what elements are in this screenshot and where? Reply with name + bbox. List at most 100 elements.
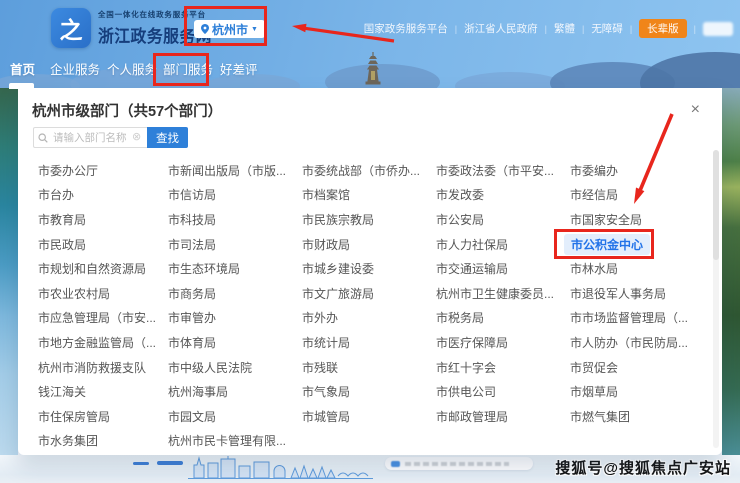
- department-item[interactable]: 市城管局: [302, 408, 436, 425]
- department-item[interactable]: 市国家安全局: [570, 211, 702, 228]
- city-selector-button[interactable]: 杭州市 ▼: [194, 20, 265, 38]
- department-item[interactable]: 市台办: [38, 186, 168, 203]
- department-item[interactable]: 市交通运输局: [436, 260, 570, 277]
- background-photo-left: [0, 88, 18, 455]
- department-item[interactable]: 市档案馆: [302, 186, 436, 203]
- caret-down-icon: ▼: [251, 26, 258, 33]
- department-item[interactable]: 市燃气集团: [570, 408, 702, 425]
- link-traditional-chinese[interactable]: 繁體: [554, 21, 575, 36]
- nav-item-personal-services[interactable]: 个人服务: [107, 55, 157, 86]
- department-item[interactable]: 市地方金融监管局（...: [38, 334, 168, 351]
- department-item[interactable]: 市生态环境局: [168, 260, 302, 277]
- department-item[interactable]: 市烟草局: [570, 383, 702, 400]
- department-item[interactable]: 市委编办: [570, 162, 702, 179]
- department-item[interactable]: 市退役军人事务局: [570, 285, 702, 302]
- department-item[interactable]: 市应急管理局（市安...: [38, 309, 168, 326]
- department-item[interactable]: 市委政法委（市平安...: [436, 162, 570, 179]
- panel-title: 杭州市级部门（共57个部门）: [32, 100, 222, 121]
- department-item[interactable]: 市水务集团: [38, 432, 168, 449]
- department-item[interactable]: 市医疗保障局: [436, 334, 570, 351]
- page: 之 全国一体化在线政务服务平台 浙江政务服务网 杭州市 ▼ 国家政务服务平台| …: [0, 0, 740, 483]
- clear-icon[interactable]: ⊗: [132, 132, 141, 143]
- nav-item-enterprise-services[interactable]: 企业服务: [50, 55, 100, 86]
- department-item[interactable]: 市科技局: [168, 211, 302, 228]
- link-accessibility[interactable]: 无障碍: [591, 21, 623, 36]
- department-item[interactable]: 市人防办（市民防局...: [570, 334, 702, 351]
- department-item[interactable]: 市委统战部（市侨办...: [302, 162, 436, 179]
- department-item[interactable]: 市人力社保局: [436, 236, 570, 253]
- separator: |: [694, 24, 696, 34]
- department-item[interactable]: 杭州市消防救援支队: [38, 359, 168, 376]
- department-item[interactable]: 市审管办: [168, 309, 302, 326]
- department-item[interactable]: 市红十字会: [436, 359, 570, 376]
- nav-item-department-services[interactable]: 部门服务: [163, 55, 213, 86]
- nav-item-feedback[interactable]: 好差评: [220, 55, 258, 86]
- search-field: ⊗: [33, 127, 147, 148]
- department-item[interactable]: 市市场监督管理局（...: [570, 309, 702, 326]
- search-button[interactable]: 查找: [147, 127, 188, 148]
- department-item[interactable]: 市商务局: [168, 285, 302, 302]
- department-item[interactable]: 市园文局: [168, 408, 302, 425]
- nav-item-home[interactable]: 首页: [10, 55, 35, 86]
- department-item[interactable]: 杭州海事局: [168, 383, 302, 400]
- department-item[interactable]: 市体育局: [168, 334, 302, 351]
- department-item[interactable]: 钱江海关: [38, 383, 168, 400]
- department-item[interactable]: 市残联: [302, 359, 436, 376]
- close-icon[interactable]: ×: [691, 102, 700, 118]
- department-item[interactable]: 市教育局: [38, 211, 168, 228]
- department-item[interactable]: 市农业农村局: [38, 285, 168, 302]
- department-item[interactable]: 市气象局: [302, 383, 436, 400]
- department-item[interactable]: 市邮政管理局: [436, 408, 570, 425]
- department-item[interactable]: 市统计局: [302, 334, 436, 351]
- department-item[interactable]: 杭州市民卡管理有限...: [168, 432, 302, 449]
- blurred-banner-bar: [385, 457, 533, 470]
- department-item[interactable]: 市经信局: [570, 186, 702, 203]
- panel-scrollbar[interactable]: [713, 150, 719, 448]
- logo-glyph: 之: [60, 11, 83, 45]
- separator: |: [630, 24, 632, 34]
- link-national-platform[interactable]: 国家政务服务平台: [364, 21, 448, 36]
- department-item[interactable]: 市民族宗教局: [302, 211, 436, 228]
- department-item[interactable]: 市中级人民法院: [168, 359, 302, 376]
- elder-version-button[interactable]: 长辈版: [639, 19, 687, 38]
- department-item[interactable]: 杭州市卫生健康委员...: [436, 285, 570, 302]
- department-item[interactable]: 市规划和自然资源局: [38, 260, 168, 277]
- decorative-dash: [157, 461, 183, 465]
- city-selector-label: 杭州市: [212, 21, 248, 38]
- decorative-dash: [133, 462, 149, 465]
- blurred-login-area[interactable]: [703, 22, 733, 36]
- watermark-text: 搜狐号@搜狐焦点广安站: [555, 457, 731, 478]
- active-tab-indicator: [9, 83, 34, 89]
- search-input[interactable]: [51, 131, 129, 145]
- banner-icon: [391, 461, 400, 467]
- department-item[interactable]: 市新闻出版局（市版...: [168, 162, 302, 179]
- department-item[interactable]: 市城乡建设委: [302, 260, 436, 277]
- department-item[interactable]: 市司法局: [168, 236, 302, 253]
- link-provincial-gov[interactable]: 浙江省人民政府: [464, 21, 538, 36]
- location-pin-icon: [201, 24, 209, 34]
- main-nav: 首页 企业服务 个人服务 部门服务 好差评: [0, 55, 740, 88]
- department-item[interactable]: 市贸促会: [570, 359, 702, 376]
- department-item[interactable]: 市林水局: [570, 260, 702, 277]
- search-row: ⊗ 查找: [33, 127, 188, 148]
- department-item[interactable]: 市信访局: [168, 186, 302, 203]
- department-item[interactable]: 市文广旅游局: [302, 285, 436, 302]
- department-item[interactable]: 市供电公司: [436, 383, 570, 400]
- department-item[interactable]: 市税务局: [436, 309, 570, 326]
- department-item[interactable]: 市外办: [302, 309, 436, 326]
- department-item[interactable]: 市委办公厅: [38, 162, 168, 179]
- site-logo: 之: [51, 8, 91, 48]
- department-item[interactable]: 市公安局: [436, 211, 570, 228]
- blurred-text: [405, 462, 509, 466]
- department-item[interactable]: 市住保房管局: [38, 408, 168, 425]
- bottom-banner: 搜狐号@搜狐焦点广安站: [0, 455, 740, 483]
- highlighted-department[interactable]: 市公积金中心: [564, 234, 650, 255]
- platform-tagline: 全国一体化在线政务服务平台: [98, 9, 258, 20]
- separator: |: [582, 24, 584, 34]
- department-item[interactable]: 市财政局: [302, 236, 436, 253]
- separator: |: [545, 24, 547, 34]
- department-item[interactable]: 市发改委: [436, 186, 570, 203]
- department-item[interactable]: 市民政局: [38, 236, 168, 253]
- department-item[interactable]: 市公积金中心: [570, 234, 702, 255]
- scrollbar-thumb[interactable]: [713, 150, 719, 260]
